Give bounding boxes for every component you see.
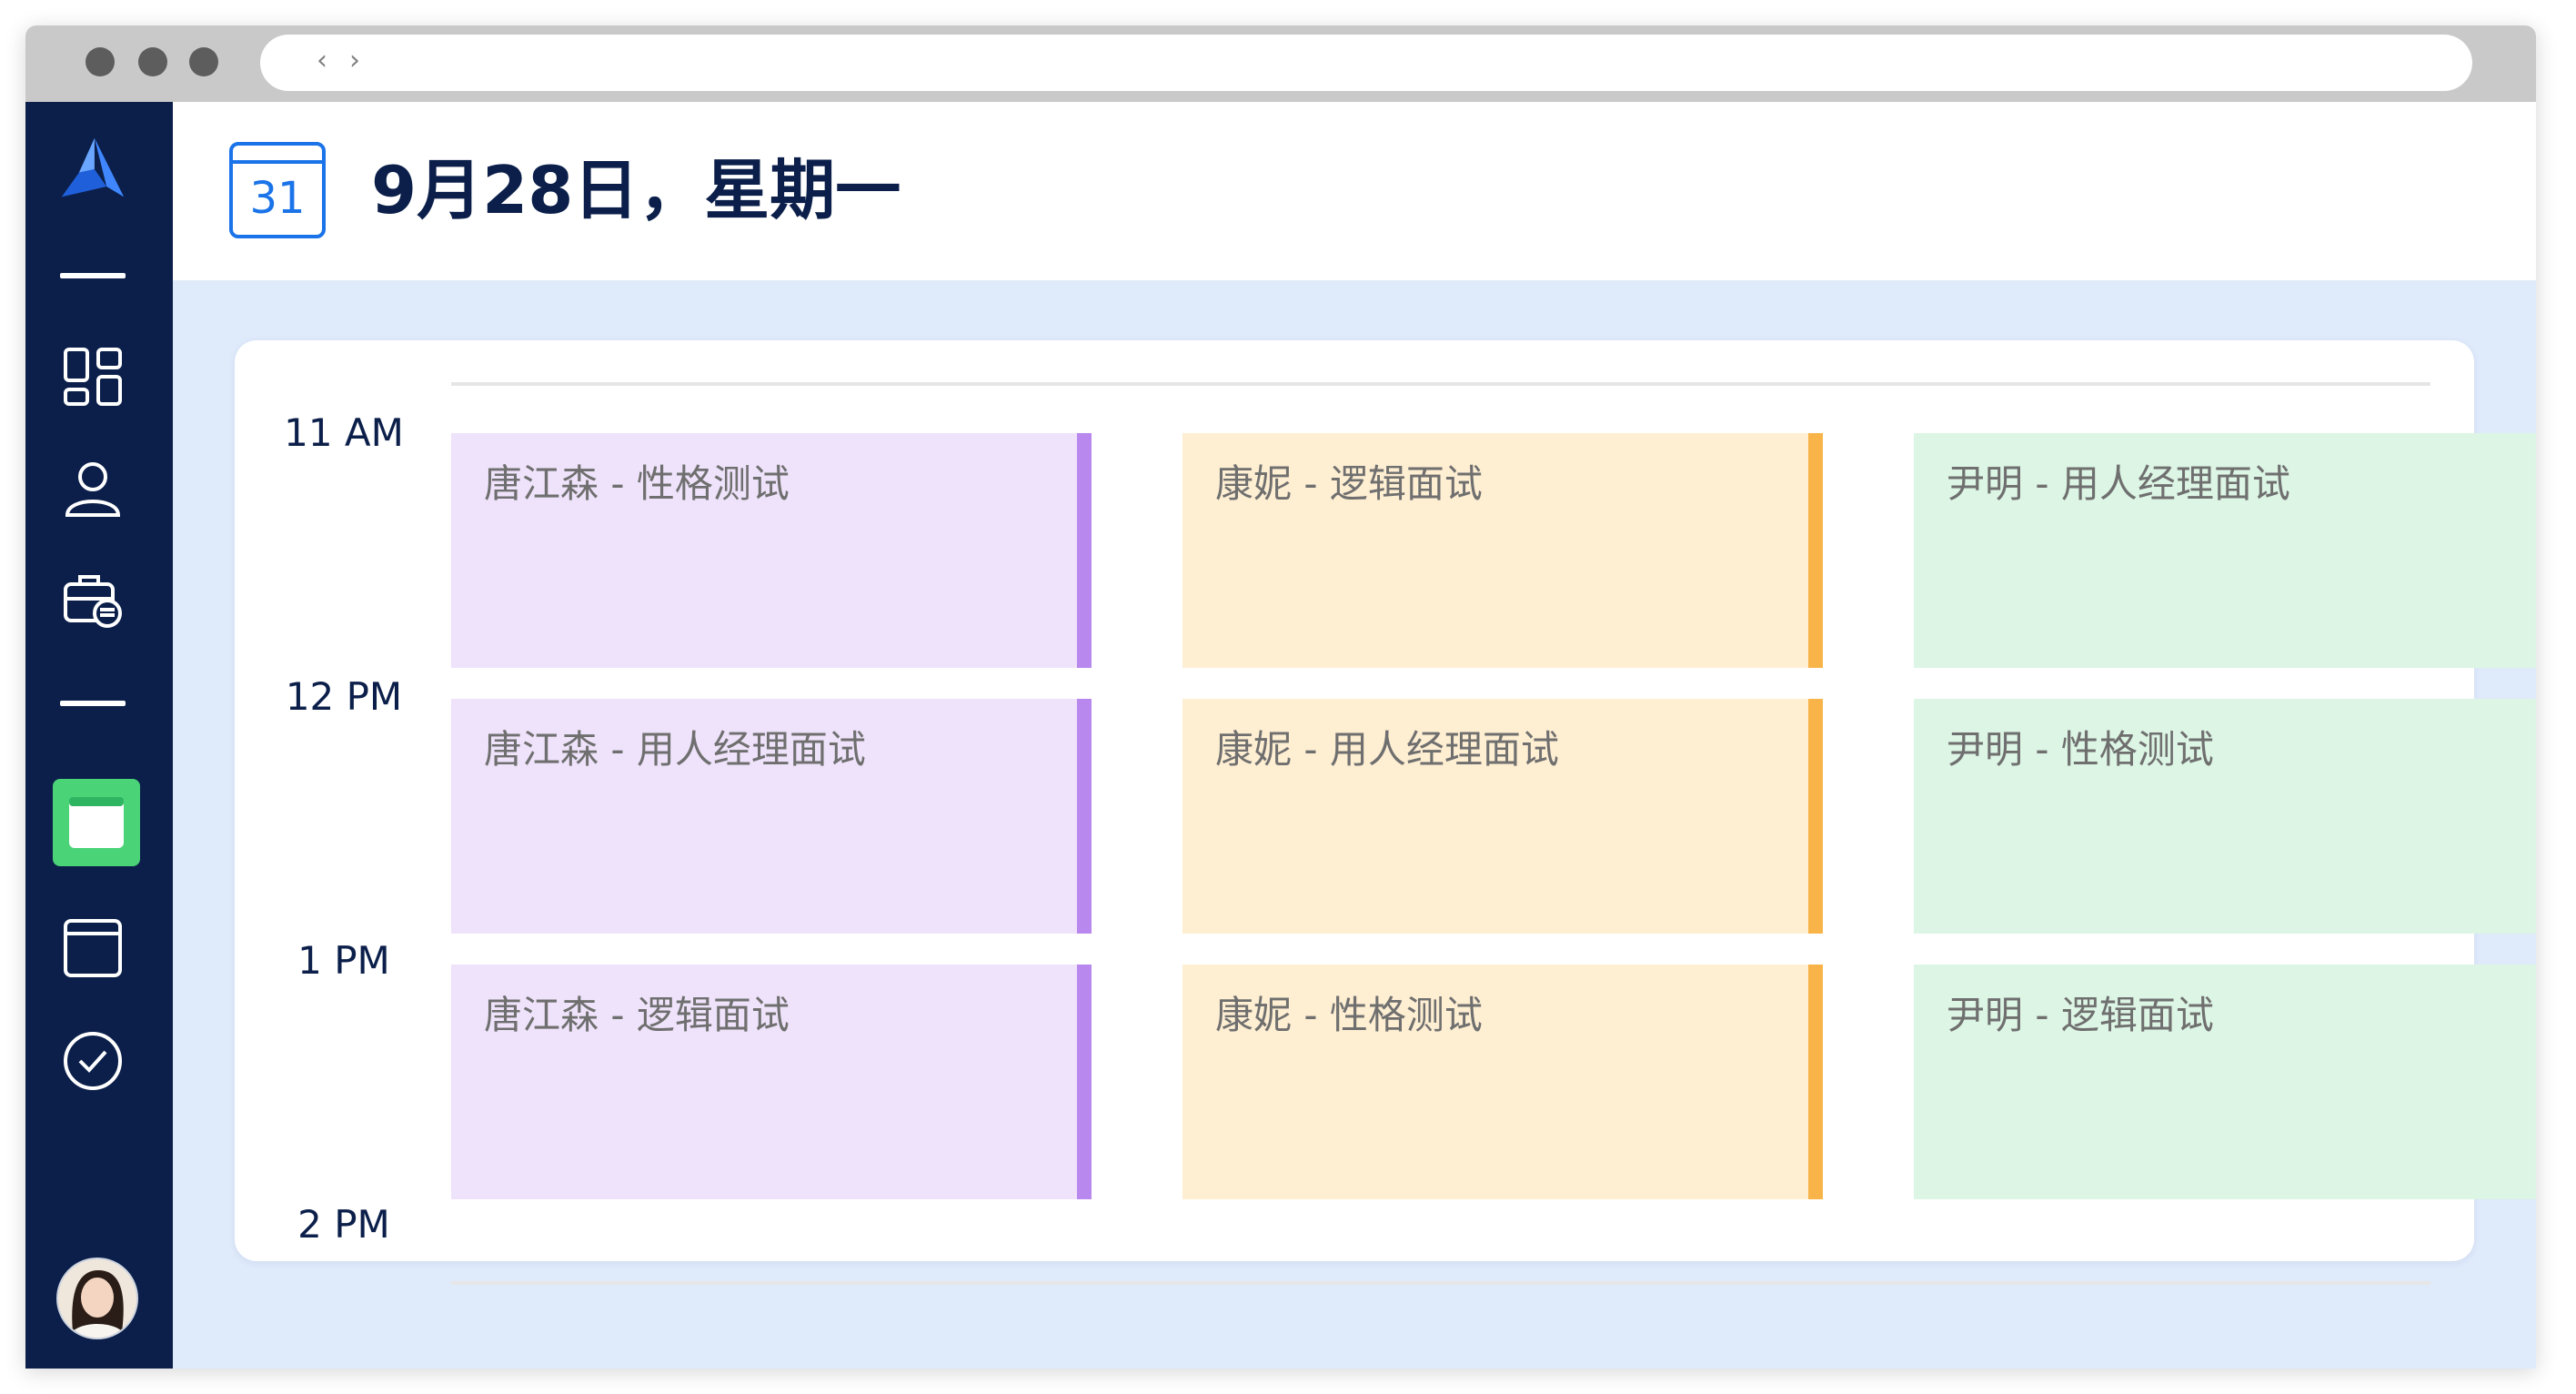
event-accent-bar xyxy=(1077,965,1092,1199)
grid-line-top xyxy=(451,382,2430,386)
event-accent-bar xyxy=(1808,699,1823,934)
event-block[interactable]: 康妮 - 逻辑面试 xyxy=(1182,433,1823,668)
event-block[interactable]: 康妮 - 性格测试 xyxy=(1182,965,1823,1199)
window-minimize-dot[interactable] xyxy=(138,47,167,76)
page-title: 9月28日，星期一 xyxy=(371,155,901,229)
event-title: 尹明 - 用人经理面试 xyxy=(1947,462,2290,506)
calendar-active-icon[interactable] xyxy=(53,779,140,866)
time-label-2pm: 2 PM xyxy=(297,1203,390,1247)
calendar-badge-day: 31 xyxy=(249,173,306,224)
dashboard-icon[interactable] xyxy=(58,342,127,411)
window-maximize-dot[interactable] xyxy=(189,47,218,76)
event-title: 康妮 - 用人经理面试 xyxy=(1215,728,1559,772)
event-accent-bar xyxy=(1808,433,1823,668)
briefcase-icon[interactable] xyxy=(58,564,127,633)
avatar[interactable] xyxy=(56,1258,138,1339)
event-title: 唐江森 - 性格测试 xyxy=(484,462,790,506)
app-logo-icon[interactable] xyxy=(58,135,127,204)
calendar-badge-strip xyxy=(233,160,322,164)
grid-line-bottom xyxy=(451,1281,2430,1285)
schedule-card: 11 AM 12 PM 1 PM 2 PM 唐江森 - 性格测试 唐江森 - 用… xyxy=(235,340,2536,1285)
event-accent-bar xyxy=(1808,965,1823,1199)
event-title: 尹明 - 性格测试 xyxy=(1947,728,2214,772)
time-label-1pm: 1 PM xyxy=(297,939,390,983)
event-block[interactable]: 尹明 - 用人经理面试 xyxy=(1914,433,2536,668)
event-block[interactable]: 康妮 - 用人经理面试 xyxy=(1182,699,1823,934)
address-bar[interactable]: ‹ › xyxy=(260,35,2472,91)
calendar-icon[interactable] xyxy=(58,914,127,983)
event-title: 唐江森 - 逻辑面试 xyxy=(484,994,790,1037)
forward-arrow-icon[interactable]: › xyxy=(349,42,360,78)
time-label-12pm: 12 PM xyxy=(285,675,403,719)
event-title: 唐江森 - 用人经理面试 xyxy=(484,728,866,772)
back-arrow-icon[interactable]: ‹ xyxy=(317,42,327,78)
event-title: 康妮 - 逻辑面试 xyxy=(1215,462,1483,506)
user-icon[interactable] xyxy=(58,453,127,522)
sidebar xyxy=(25,102,173,1369)
event-accent-bar xyxy=(1077,433,1092,668)
time-label-11am: 11 AM xyxy=(284,411,404,455)
window-close-dot[interactable] xyxy=(86,47,115,76)
event-title: 尹明 - 逻辑面试 xyxy=(1947,994,2214,1037)
event-block[interactable]: 唐江森 - 逻辑面试 xyxy=(451,965,1092,1199)
check-circle-icon[interactable] xyxy=(58,1026,127,1096)
sidebar-divider xyxy=(60,701,126,706)
calendar-badge-icon: 31 xyxy=(229,142,326,238)
event-block[interactable]: 唐江森 - 性格测试 xyxy=(451,433,1092,668)
event-block[interactable]: 唐江森 - 用人经理面试 xyxy=(451,699,1092,934)
page-header: 31 9月28日，星期一 xyxy=(173,102,2536,280)
event-block[interactable]: 尹明 - 性格测试 xyxy=(1914,699,2536,934)
browser-titlebar: ‹ › xyxy=(25,25,2536,102)
browser-window: ‹ › 31 9月28日，星期一 11 AM 12 PM 1 PM 2 PM 唐… xyxy=(25,25,2536,1369)
content-area: 11 AM 12 PM 1 PM 2 PM 唐江森 - 性格测试 唐江森 - 用… xyxy=(173,280,2536,1369)
event-title: 康妮 - 性格测试 xyxy=(1215,994,1483,1037)
event-block[interactable]: 尹明 - 逻辑面试 xyxy=(1914,965,2536,1199)
sidebar-divider xyxy=(60,273,126,278)
event-accent-bar xyxy=(1077,699,1092,934)
